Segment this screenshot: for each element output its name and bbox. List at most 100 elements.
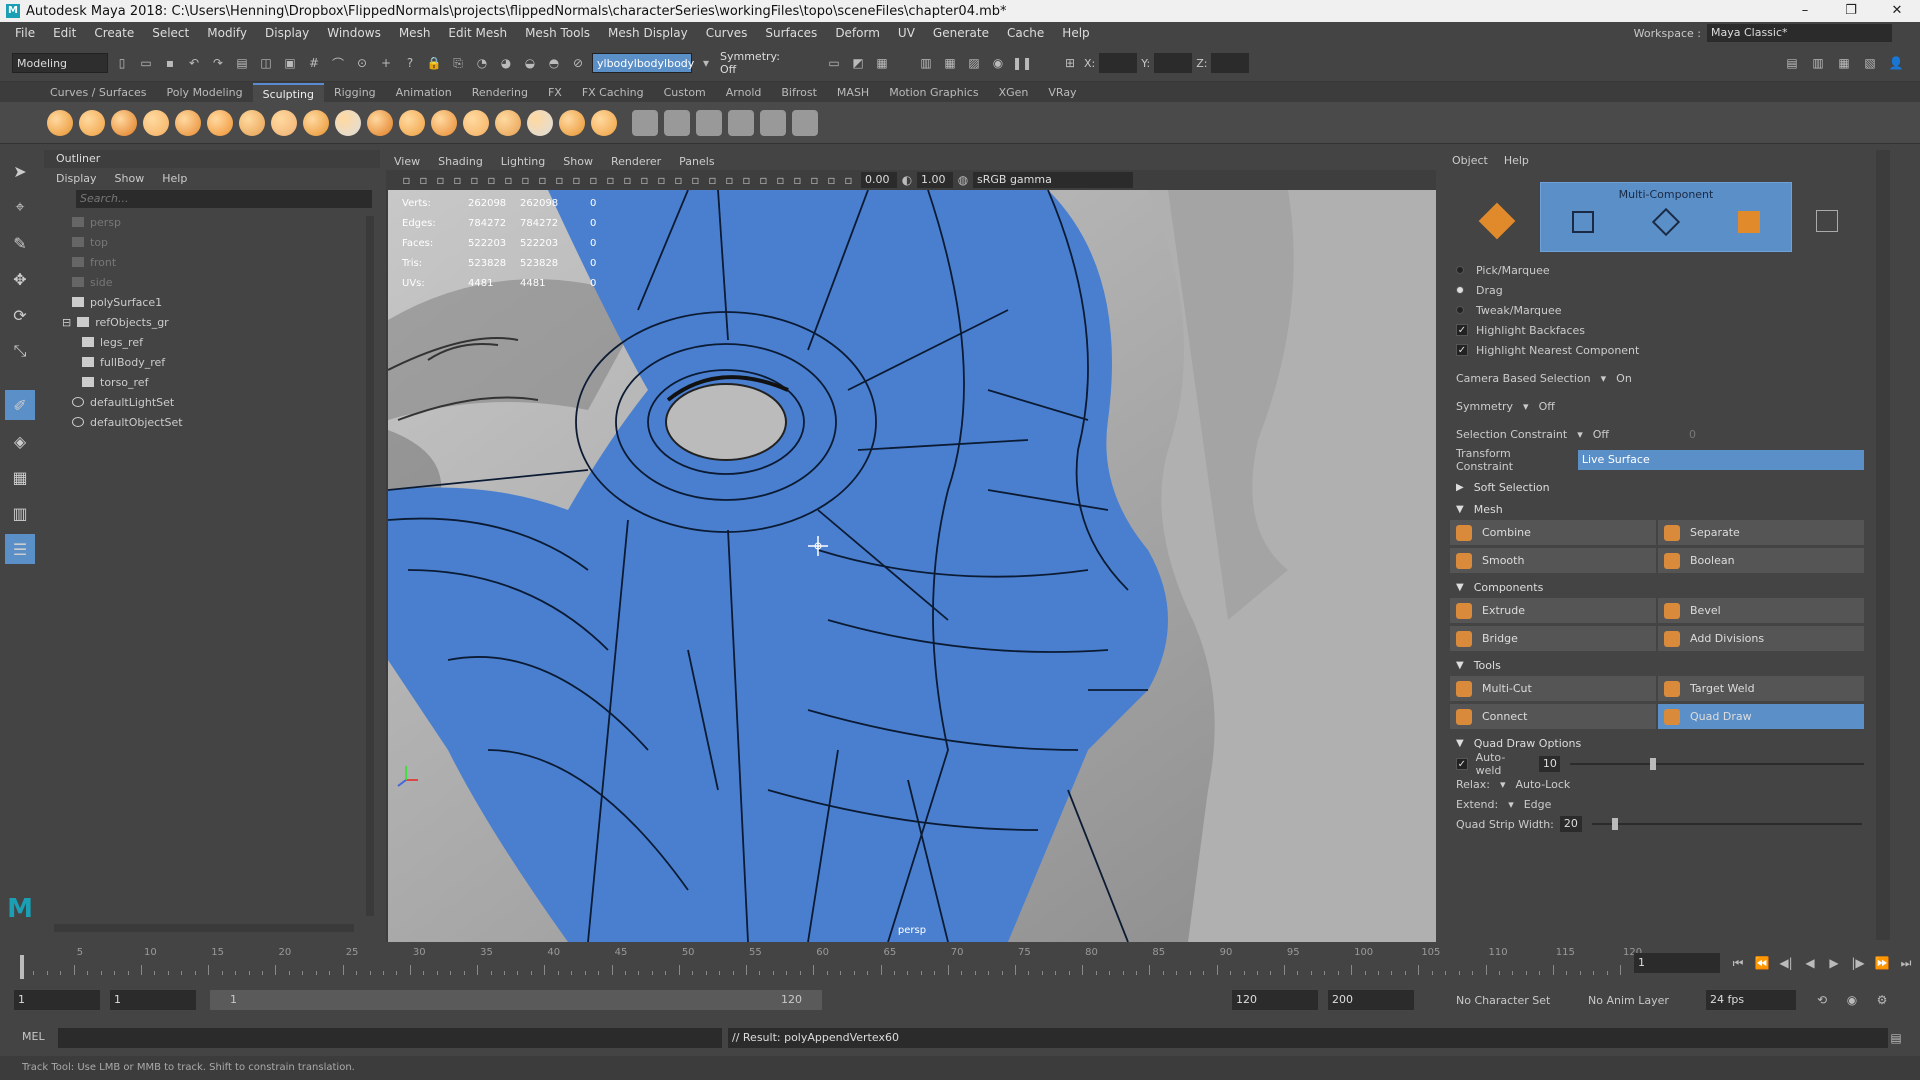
menu-display[interactable]: Display bbox=[256, 26, 318, 40]
dropdown-arrow-icon[interactable]: ▾ bbox=[696, 53, 716, 73]
symmetry-status[interactable]: Symmetry: Off bbox=[720, 50, 796, 76]
shelf-tab-vray[interactable]: VRay bbox=[1038, 83, 1086, 102]
menu-mesh-display[interactable]: Mesh Display bbox=[599, 26, 697, 40]
outliner-item-defaultobjectset[interactable]: defaultObjectSet bbox=[44, 412, 380, 432]
field-chart-icon[interactable]: ▫ bbox=[568, 170, 585, 190]
outliner-menu-display[interactable]: Display bbox=[56, 172, 97, 185]
minimize-icon[interactable]: – bbox=[1782, 0, 1828, 22]
quad-draw-tool-icon[interactable]: ✐ bbox=[5, 390, 35, 420]
material-tool-icon[interactable] bbox=[696, 110, 722, 136]
four-view-icon[interactable]: ▦ bbox=[5, 462, 35, 492]
shelf-tab-animation[interactable]: Animation bbox=[386, 83, 462, 102]
tool-settings-icon[interactable]: ▦ bbox=[1834, 53, 1854, 73]
xray-icon[interactable]: ▫ bbox=[806, 170, 823, 190]
menu-help[interactable]: Help bbox=[1053, 26, 1098, 40]
xray-components-icon[interactable]: ▫ bbox=[840, 170, 857, 190]
menu-file[interactable]: File bbox=[6, 26, 44, 40]
attribute-editor-icon[interactable]: ▥ bbox=[1808, 53, 1828, 73]
step-back-frame-icon[interactable]: ◀| bbox=[1776, 953, 1796, 973]
auto-weld-slider[interactable] bbox=[1570, 758, 1864, 770]
render-globals-icon[interactable]: ▨ bbox=[964, 53, 984, 73]
face-mode-icon[interactable] bbox=[1738, 211, 1760, 233]
current-frame-field[interactable]: 1 bbox=[1634, 953, 1720, 973]
undo-icon[interactable]: ↶ bbox=[184, 53, 204, 73]
go-to-start-icon[interactable]: ⏮ bbox=[1728, 953, 1748, 973]
viewport-canvas[interactable]: Verts: 262098 262098 0 Edges: 784272 784272 0 Fa… bbox=[388, 190, 1436, 942]
shelf-tab-bifrost[interactable]: Bifrost bbox=[771, 83, 827, 102]
depth-of-field-icon[interactable]: ▫ bbox=[772, 170, 789, 190]
boolean-button[interactable]: Boolean bbox=[1658, 548, 1864, 573]
color-management-icon[interactable]: ◍ bbox=[953, 170, 973, 190]
resolution-gate-icon[interactable]: ▫ bbox=[534, 170, 551, 190]
script-editor-icon[interactable]: ▤ bbox=[1886, 1028, 1906, 1048]
lasso-tool-icon[interactable]: ⌖ bbox=[5, 192, 35, 222]
film-gate-icon[interactable]: ▫ bbox=[517, 170, 534, 190]
quad-strip-slider[interactable] bbox=[1591, 818, 1862, 830]
grab-brush-icon[interactable] bbox=[143, 110, 169, 136]
command-language[interactable]: MEL bbox=[22, 1030, 45, 1043]
menu-mesh[interactable]: Mesh bbox=[390, 26, 440, 40]
render-region-icon[interactable]: ▦ bbox=[872, 53, 892, 73]
lock-icon[interactable]: 🔒 bbox=[424, 53, 444, 73]
y-field[interactable] bbox=[1154, 53, 1193, 73]
menu-windows[interactable]: Windows bbox=[318, 26, 390, 40]
tweak-marquee-option[interactable]: Tweak/Marquee bbox=[1444, 300, 1864, 320]
shelf-tab-fx[interactable]: FX bbox=[538, 83, 572, 102]
menu-uv[interactable]: UV bbox=[889, 26, 924, 40]
outliner-item-top[interactable]: top bbox=[44, 232, 380, 252]
safe-title-icon[interactable]: ▫ bbox=[602, 170, 619, 190]
smooth-button[interactable]: Smooth bbox=[1450, 548, 1656, 573]
outliner-scrollbar[interactable] bbox=[366, 216, 374, 916]
outliner-item-fullbody-ref[interactable]: fullBody_ref bbox=[44, 352, 380, 372]
range-bar[interactable]: 1 120 bbox=[210, 990, 822, 1010]
current-frame-marker[interactable] bbox=[20, 955, 24, 979]
foamy-brush-icon[interactable] bbox=[239, 110, 265, 136]
gamma-icon[interactable]: ◐ bbox=[897, 170, 917, 190]
tools-section[interactable]: ▼ Tools bbox=[1444, 654, 1864, 676]
menu-curves[interactable]: Curves bbox=[697, 26, 757, 40]
grease-pencil-icon[interactable]: ▫ bbox=[483, 170, 500, 190]
textured-icon[interactable]: ▫ bbox=[670, 170, 687, 190]
vp-menu-view[interactable]: View bbox=[394, 155, 420, 168]
smooth-shade-icon[interactable]: ▫ bbox=[636, 170, 653, 190]
snap-curve-icon[interactable]: ⌒ bbox=[328, 53, 348, 73]
menu-modify[interactable]: Modify bbox=[198, 26, 256, 40]
outliner-item-defaultlightset[interactable]: defaultLightSet bbox=[44, 392, 380, 412]
step-back-key-icon[interactable]: ⏪ bbox=[1752, 953, 1772, 973]
pick-marquee-option[interactable]: Pick/Marquee bbox=[1444, 260, 1864, 280]
auto-key-icon[interactable]: ◉ bbox=[1842, 990, 1862, 1010]
menu-edit[interactable]: Edit bbox=[44, 26, 85, 40]
pause-icon[interactable]: ❚❚ bbox=[1012, 53, 1032, 73]
bulge-brush-icon[interactable] bbox=[527, 110, 553, 136]
snap-surface-icon[interactable]: ? bbox=[400, 53, 420, 73]
camera-based-selection-row[interactable]: Camera Based Selection ▾ On bbox=[1444, 368, 1864, 388]
morph-tool-icon[interactable] bbox=[728, 110, 754, 136]
gamma-field[interactable]: 1.00 bbox=[917, 172, 953, 188]
vp-menu-shading[interactable]: Shading bbox=[438, 155, 483, 168]
prefs-icon[interactable]: ⚙ bbox=[1872, 990, 1892, 1010]
edge-mode-icon[interactable] bbox=[1651, 207, 1681, 237]
multi-cut-button[interactable]: Multi-Cut bbox=[1450, 676, 1656, 701]
convert-tool-icon[interactable] bbox=[632, 110, 658, 136]
connect-button[interactable]: Connect bbox=[1450, 704, 1656, 729]
safe-action-icon[interactable]: ▫ bbox=[585, 170, 602, 190]
quad-draw-button[interactable]: Quad Draw bbox=[1658, 704, 1864, 729]
render-ipr-icon[interactable]: ▦ bbox=[940, 53, 960, 73]
scrape-brush-icon[interactable] bbox=[399, 110, 425, 136]
fps-dropdown[interactable]: 24 fps bbox=[1706, 990, 1796, 1010]
exposure-field[interactable]: 0.00 bbox=[861, 172, 897, 188]
workspace-dropdown[interactable]: Maya Classic* bbox=[1707, 24, 1892, 42]
set-face-tool-icon[interactable] bbox=[792, 110, 818, 136]
grid-icon[interactable]: ▫ bbox=[500, 170, 517, 190]
menu-select[interactable]: Select bbox=[143, 26, 198, 40]
transform-constraint-dropdown[interactable]: Live Surface bbox=[1577, 450, 1864, 470]
shelf-tab-rigging[interactable]: Rigging bbox=[324, 83, 386, 102]
range-start-field[interactable]: 1 bbox=[110, 990, 196, 1010]
snap-plane-icon[interactable]: + bbox=[376, 53, 396, 73]
play-forward-icon[interactable]: ▶ bbox=[1824, 953, 1844, 973]
z-field[interactable] bbox=[1211, 53, 1250, 73]
snap-grid-icon[interactable]: # bbox=[304, 53, 324, 73]
close-icon[interactable]: ✕ bbox=[1874, 0, 1920, 22]
menu-surfaces[interactable]: Surfaces bbox=[756, 26, 826, 40]
shelf-tab-motion-graphics[interactable]: Motion Graphics bbox=[879, 83, 988, 102]
